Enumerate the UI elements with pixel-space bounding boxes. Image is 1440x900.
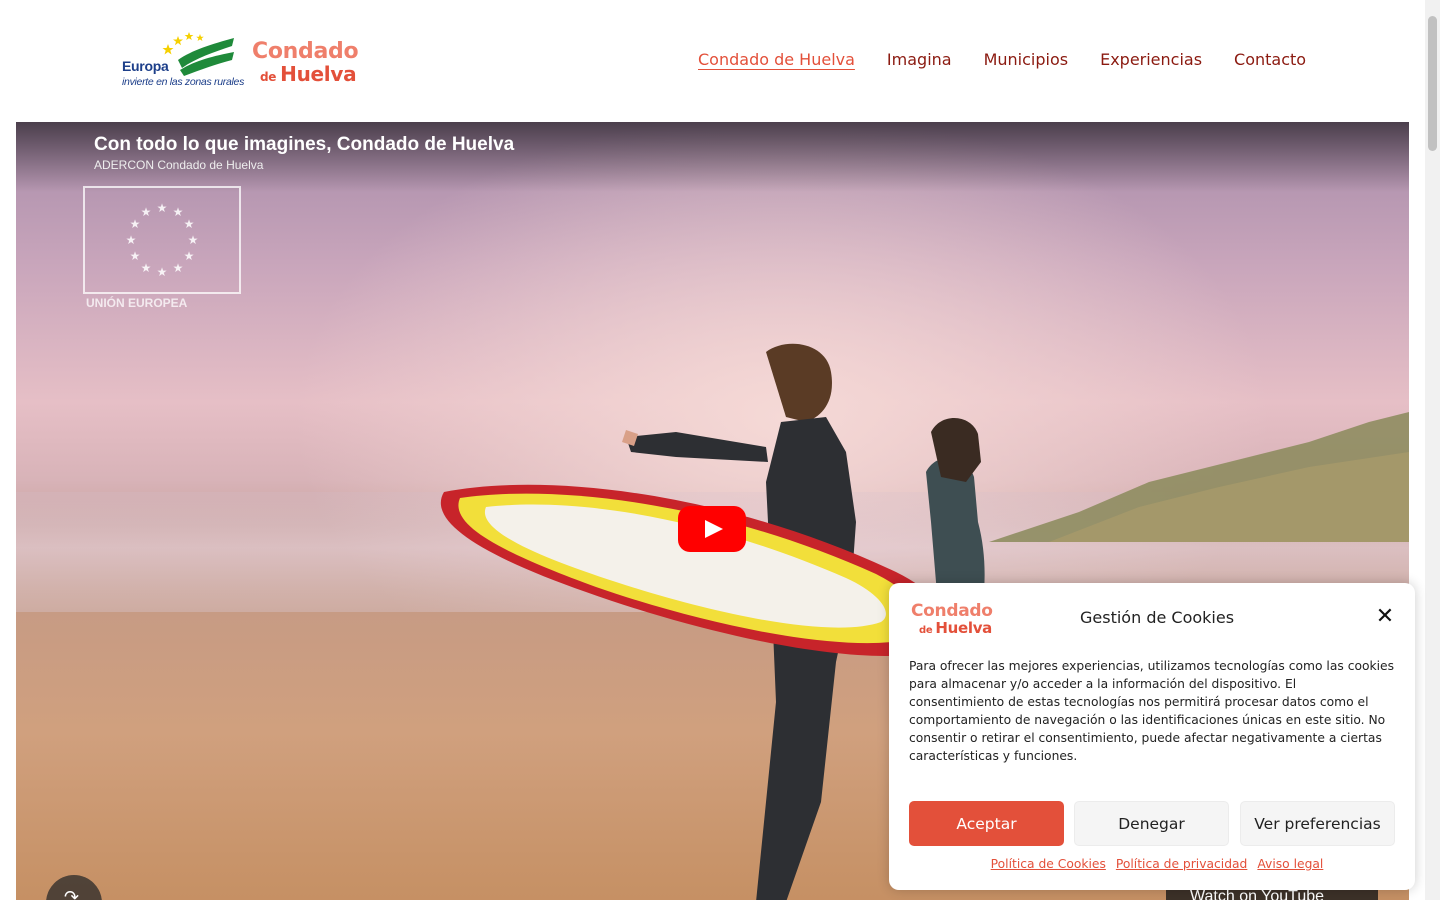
svg-text:★: ★ <box>173 261 184 275</box>
main-nav: Condado de Huelva Imagina Municipios Exp… <box>698 50 1306 70</box>
video-top-shade <box>16 122 1409 192</box>
cookie-logo-huelva: de Huelva <box>919 620 993 639</box>
nav-condado-de-huelva[interactable]: Condado de Huelva <box>698 50 855 70</box>
svg-text:★: ★ <box>188 233 199 247</box>
cookie-logo-huelva-word: Huelva <box>935 619 992 637</box>
nav-municipios[interactable]: Municipios <box>984 50 1069 70</box>
svg-text:★: ★ <box>157 201 168 215</box>
logo-line-condado: Condado <box>252 39 359 64</box>
cookie-logo-de: de <box>919 625 933 636</box>
svg-text:★: ★ <box>173 205 184 219</box>
privacy-policy-link[interactable]: Política de privacidad <box>1116 857 1247 871</box>
close-icon[interactable]: ✕ <box>1373 605 1397 629</box>
cookie-logo-condado: Condado <box>911 601 993 621</box>
logo-de: de <box>260 70 277 84</box>
cookie-dialog-links: Política de Cookies Política de privacid… <box>889 857 1415 871</box>
cookie-consent-dialog: Condado de Huelva Gestión de Cookies ✕ Pa… <box>889 583 1415 890</box>
page-scrollbar[interactable] <box>1425 0 1440 900</box>
svg-text:★: ★ <box>141 261 152 275</box>
logo-line-huelva: de Huelva <box>260 64 372 87</box>
svg-text:★: ★ <box>157 265 168 279</box>
svg-text:★: ★ <box>184 217 195 231</box>
scrollbar-thumb[interactable] <box>1428 16 1437 151</box>
svg-text:★: ★ <box>141 205 152 219</box>
svg-text:★: ★ <box>126 233 137 247</box>
nav-imagina[interactable]: Imagina <box>887 50 952 70</box>
nav-contacto[interactable]: Contacto <box>1234 50 1306 70</box>
europa-tagline: invierte en las zonas rurales <box>122 76 245 88</box>
svg-text:★: ★ <box>130 249 141 263</box>
condado-huelva-logo[interactable]: Condado de Huelva <box>252 40 372 86</box>
site-header: Europa invierte en las zonas rurales Con… <box>0 0 1425 122</box>
play-button[interactable] <box>678 506 746 552</box>
legal-notice-link[interactable]: Aviso legal <box>1257 857 1323 871</box>
europa-rural-logo[interactable]: Europa invierte en las zonas rurales <box>120 30 244 90</box>
eu-flag-icon: ★ ★ ★ ★ ★ ★ ★ ★ ★ ★ ★ ★ <box>83 186 241 294</box>
europa-word: Europa <box>122 58 169 74</box>
nav-experiencias[interactable]: Experiencias <box>1100 50 1202 70</box>
cookie-dialog-text: Para ofrecer las mejores experiencias, u… <box>909 659 1395 763</box>
svg-text:★: ★ <box>130 217 141 231</box>
logo-huelva: Huelva <box>280 62 357 86</box>
cookie-dialog-title: Gestión de Cookies <box>1080 608 1235 627</box>
cookie-dialog-logo: Condado de Huelva <box>911 602 993 639</box>
video-channel[interactable]: ADERCON Condado de Huelva <box>94 158 263 172</box>
europa-stars-icon <box>162 32 234 76</box>
accept-cookies-button[interactable]: Aceptar <box>909 801 1064 846</box>
cookies-policy-link[interactable]: Política de Cookies <box>991 857 1106 871</box>
eu-label: UNIÓN EUROPEA <box>86 296 188 310</box>
share-icon: ↷ <box>64 887 80 900</box>
deny-cookies-button[interactable]: Denegar <box>1074 801 1229 846</box>
view-preferences-button[interactable]: Ver preferencias <box>1240 801 1395 846</box>
svg-text:★: ★ <box>184 249 195 263</box>
video-title[interactable]: Con todo lo que imagines, Condado de Hue… <box>94 134 514 156</box>
